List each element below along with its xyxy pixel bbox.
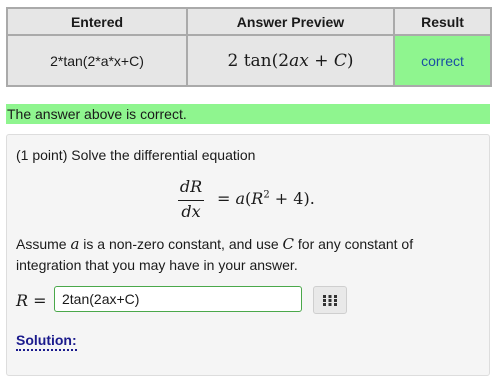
rhs-var-r: R (251, 189, 264, 208)
equation-rhs: = a(R2 + 4). (217, 189, 315, 208)
answer-label-var: R (16, 291, 29, 310)
answer-label: R = (16, 291, 47, 310)
rhs-equals: = (217, 189, 236, 208)
entered-answer: 2*tan(2*a*x+C) (6, 34, 188, 87)
header-answer-preview: Answer Preview (186, 7, 395, 36)
preview-plus: + (308, 50, 334, 71)
results-header-row: Entered Answer Preview Result (6, 7, 492, 36)
keypad-icon (323, 294, 337, 306)
header-result: Result (393, 7, 492, 36)
assume-text-2: is a non-zero constant, and use (79, 236, 283, 252)
preview-var-c: C (333, 50, 347, 71)
problem-prompt: (1 point) Solve the differential equatio… (16, 147, 256, 163)
problem-instructions: Assume a is a non-zero constant, and use… (16, 234, 476, 276)
assume-text-1: Assume (16, 236, 71, 252)
header-entered: Entered (6, 7, 188, 36)
rhs-end: + 4). (269, 189, 315, 208)
fraction-numerator: dR (179, 177, 203, 196)
result-status: correct (393, 34, 492, 87)
assume-var-c: C (282, 235, 295, 253)
solution-toggle-link[interactable]: Solution: (16, 332, 77, 351)
answer-input[interactable] (54, 286, 302, 312)
correct-status-banner: The answer above is correct. (6, 104, 490, 124)
keypad-button[interactable] (313, 286, 347, 314)
preview-prefix: 2 tan(2 (227, 50, 290, 71)
answer-label-equals: = (28, 291, 47, 310)
fraction-denominator: dx (181, 202, 201, 221)
results-row: 2*tan(2*a*x+C) 2 tan(2ax + C) correct (6, 34, 492, 87)
preview-suffix: ) (346, 50, 354, 71)
rhs-constant-a: a (235, 189, 246, 208)
preview-var-ax: ax (289, 50, 309, 71)
status-message: The answer above is correct. (7, 106, 187, 122)
attempt-results-table: Entered Answer Preview Result 2*tan(2*a*… (6, 7, 492, 87)
problem-container: (1 point) Solve the differential equatio… (6, 134, 490, 376)
answer-preview: 2 tan(2ax + C) (186, 34, 395, 87)
fraction-bar (178, 200, 204, 201)
